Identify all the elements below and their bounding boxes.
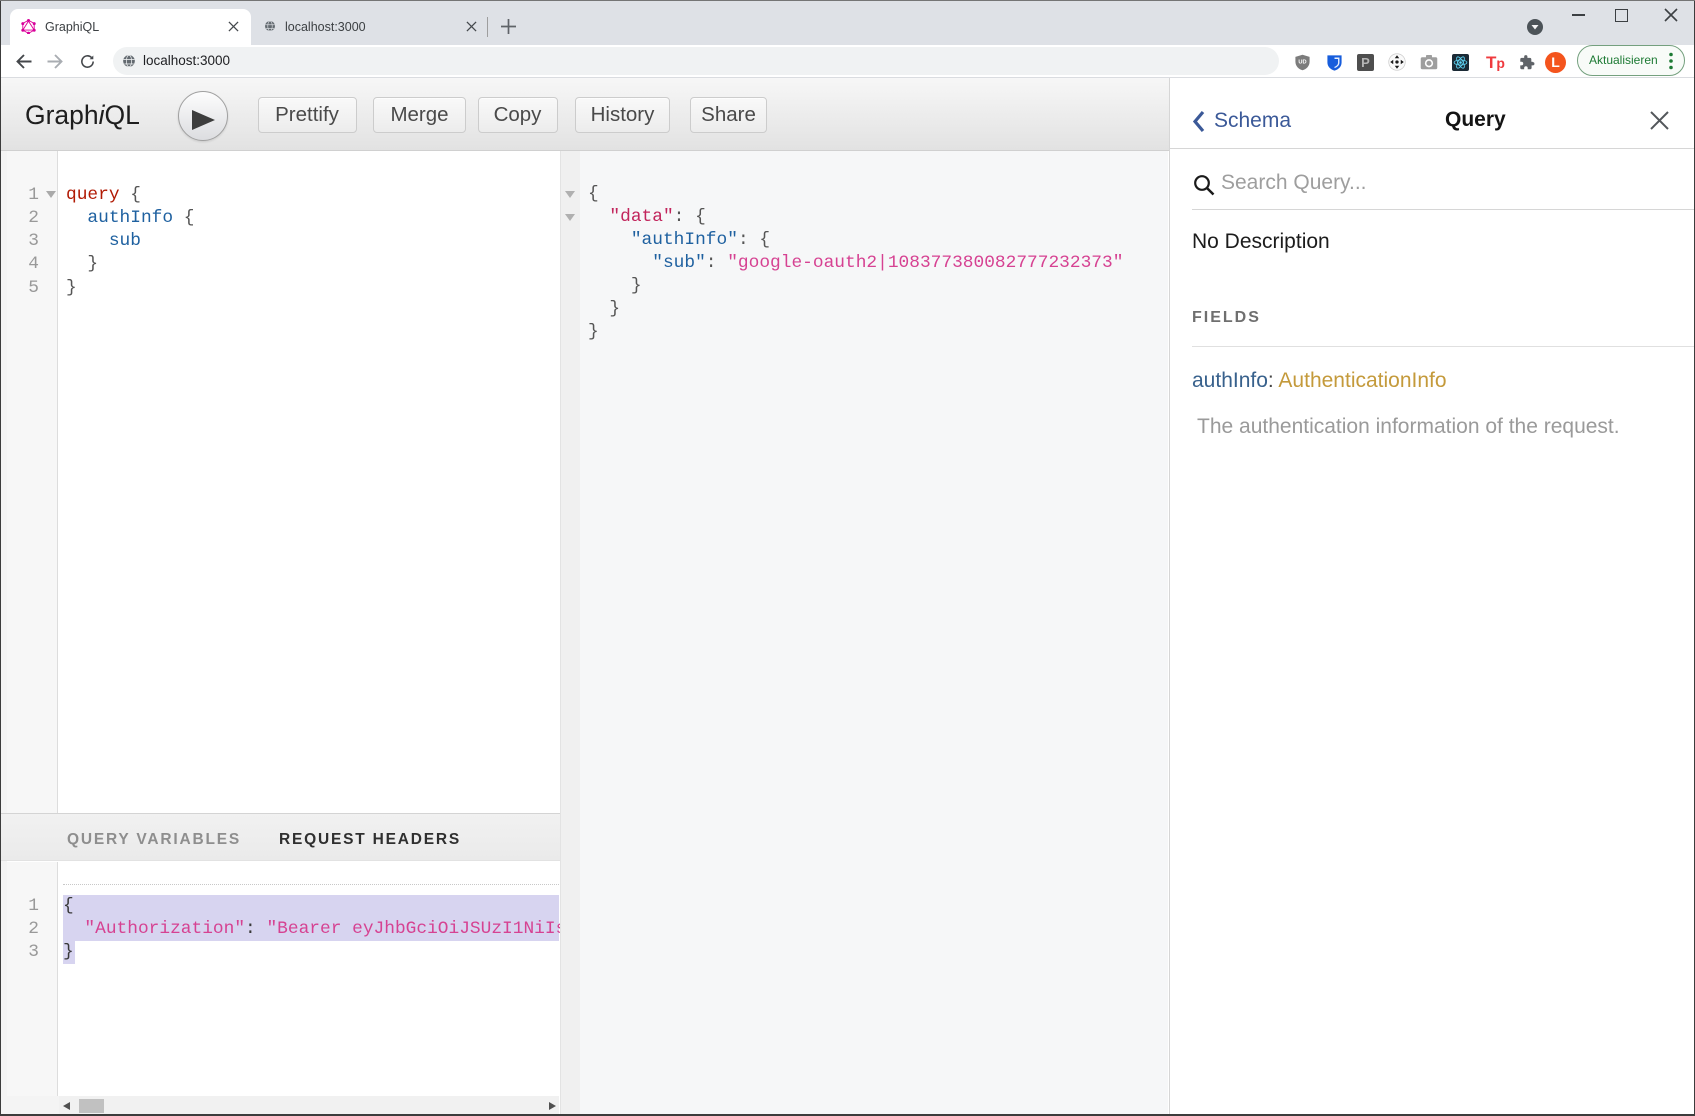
svg-text:UD: UD	[1298, 60, 1306, 66]
